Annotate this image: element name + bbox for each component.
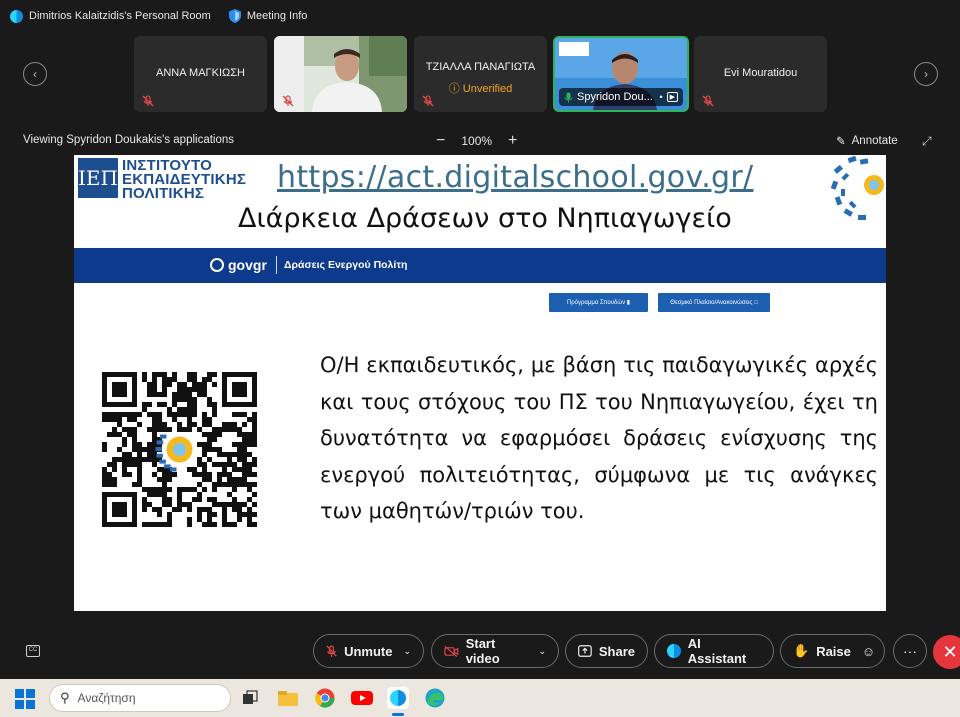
- next-participants-button[interactable]: ›: [914, 62, 938, 86]
- close-icon: ✕: [942, 641, 958, 662]
- chrome-icon[interactable]: [314, 687, 336, 709]
- previous-participants-button[interactable]: ‹: [23, 62, 47, 86]
- windows-start-icon[interactable]: [15, 689, 35, 709]
- youtube-icon[interactable]: [351, 687, 373, 709]
- participant-tile-1[interactable]: ΑΝΝΑ ΜΑΓΚΙΩΣΗ: [134, 36, 267, 112]
- participant-tile-active-speaker[interactable]: Spyridon Dou... • ▶: [553, 36, 689, 112]
- ai-assistant-label: AI Assistant: [687, 636, 747, 666]
- start-video-label: Start video: [465, 636, 500, 666]
- share-label: Share: [598, 643, 635, 659]
- camera-off-icon: [444, 645, 459, 657]
- participant-name: ΤΖΙΑΛΛΑ ΠΑΝΑΓΙΩΤΑ: [425, 61, 536, 73]
- window-title-bar: Dimitrios Kalaitzidis's Personal Room Me…: [0, 0, 960, 32]
- participant-name: Spyridon Dou...: [577, 91, 653, 103]
- gov-header-bar: govgr Δράσεις Ενεργού Πολίτη: [74, 248, 886, 283]
- unverified-badge: ⓘ Unverified: [448, 83, 513, 95]
- windows-taskbar: ⚲ Αναζήτηση: [0, 679, 960, 717]
- warning-icon: ⓘ: [448, 83, 460, 95]
- mic-muted-icon: [142, 95, 154, 107]
- participant-strip: ‹ ΑΝΝΑ ΜΑΓΚΙΩΣΗ ΤΖΙΑΛΛΑ ΠΑΝΑΓΙΩΤΑ ⓘ Unve…: [0, 32, 960, 116]
- room-title-text: Dimitrios Kalaitzidis's Personal Room: [29, 10, 211, 22]
- participant-tile-3[interactable]: ΤΖΙΑΛΛΑ ΠΑΝΑΓΙΩΤΑ ⓘ Unverified: [414, 36, 547, 112]
- curriculum-button[interactable]: Πρόγραμμα Σπουδών ▮: [549, 293, 648, 312]
- decorative-sun-logo-icon: [830, 155, 884, 220]
- iep-logo-text: ΙΝΣΤΙΤΟΥΤΟ ΕΚΠΑΙΔΕΥΤΙΚΗΣ ΠΟΛΙΤΙΚΗΣ: [122, 157, 247, 202]
- annotate-label: Annotate: [851, 135, 898, 147]
- document-icon: □: [754, 299, 758, 306]
- share-button[interactable]: Share: [565, 634, 648, 668]
- participant-name: ΑΝΝΑ ΜΑΓΚΙΩΣΗ: [156, 67, 245, 79]
- gov-emblem-icon: [210, 258, 224, 272]
- chevron-down-icon[interactable]: ⌄: [403, 646, 411, 657]
- captions-icon[interactable]: CC: [26, 645, 40, 657]
- mic-muted-icon: [702, 95, 714, 107]
- participant-name: Evi Mouratidou: [723, 67, 798, 79]
- zoom-in-button[interactable]: +: [508, 132, 517, 150]
- zoom-out-button[interactable]: −: [436, 132, 445, 150]
- viewing-label: Viewing Spyridon Doukakis's applications: [23, 134, 235, 146]
- zoom-level: 100%: [461, 134, 493, 148]
- share-header: Viewing Spyridon Doukakis's applications…: [0, 128, 960, 154]
- chevron-down-icon[interactable]: ⌄: [538, 646, 546, 657]
- task-view-icon[interactable]: [239, 687, 261, 709]
- gov-divider: [276, 256, 277, 274]
- search-icon: ⚲: [60, 690, 70, 705]
- gov-site-title: Δράσεις Ενεργού Πολίτη: [284, 259, 408, 271]
- ai-assistant-button[interactable]: AI Assistant: [654, 634, 774, 668]
- slide-title: Διάρκεια Δράσεων στο Νηπιαγωγείο: [238, 203, 732, 234]
- mic-muted-icon: [326, 644, 337, 657]
- meeting-info-label: Meeting Info: [246, 10, 308, 22]
- zoom-controls: − 100% +: [436, 132, 517, 150]
- more-dot-icon: •: [659, 92, 663, 102]
- taskbar-search-input[interactable]: ⚲ Αναζήτηση: [49, 684, 231, 712]
- annotate-button[interactable]: ✎ Annotate: [836, 134, 898, 148]
- meeting-info-button[interactable]: Meeting Info: [228, 9, 308, 23]
- annotate-icon: ✎: [836, 136, 846, 148]
- shield-icon: [228, 9, 241, 23]
- start-video-button[interactable]: Start video ⌄: [431, 634, 559, 668]
- slide-url: https://act.digitalschool.gov.gr/: [277, 160, 754, 195]
- file-explorer-icon[interactable]: [277, 687, 299, 709]
- iep-logo: ΙΕΠ ΙΝΣΤΙΤΟΥΤΟ ΕΚΠΑΙΔΕΥΤΙΚΗΣ ΠΟΛΙΤΙΚΗΣ: [78, 158, 246, 201]
- ai-assistant-icon: [667, 644, 681, 658]
- participant-tile-5[interactable]: Evi Mouratidou: [694, 36, 827, 112]
- mic-muted-icon: [282, 95, 294, 107]
- webex-taskbar-icon[interactable]: [387, 687, 409, 709]
- more-icon: ···: [903, 643, 917, 659]
- gov-logo: govgr: [210, 257, 267, 273]
- reactions-icon[interactable]: ☺: [862, 644, 875, 659]
- active-app-indicator: [392, 713, 404, 716]
- mic-on-icon: [564, 92, 573, 102]
- participant-tile-2[interactable]: [274, 36, 407, 112]
- expand-icon[interactable]: ⤢: [922, 134, 932, 149]
- book-icon: ▮: [626, 300, 631, 306]
- qr-code: [102, 372, 257, 527]
- slide-body-text: Ο/Η εκπαιδευτικός, με βάση τις παιδαγωγι…: [320, 353, 878, 523]
- webex-logo-icon: [10, 9, 23, 23]
- chevron-left-icon: ‹: [33, 67, 37, 81]
- unmute-button[interactable]: Unmute ⌄: [313, 634, 424, 668]
- share-screen-icon: [578, 645, 592, 657]
- room-title: Dimitrios Kalaitzidis's Personal Room: [10, 9, 211, 23]
- screen-share-icon: ▶: [666, 92, 678, 102]
- legal-framework-button[interactable]: Θεσμικό Πλαίσιο/Ανακοινώσεις □: [658, 293, 770, 312]
- raise-hand-button[interactable]: ✋ Raise ☺: [780, 634, 885, 668]
- chevron-right-icon: ›: [924, 67, 928, 81]
- more-options-button[interactable]: ···: [893, 634, 927, 668]
- edge-icon[interactable]: [424, 687, 446, 709]
- leave-meeting-button[interactable]: ✕: [933, 635, 960, 669]
- shared-slide: ΙΕΠ ΙΝΣΤΙΤΟΥΤΟ ΕΚΠΑΙΔΕΥΤΙΚΗΣ ΠΟΛΙΤΙΚΗΣ h…: [74, 155, 886, 611]
- hand-icon: ✋: [793, 643, 810, 658]
- search-placeholder: Αναζήτηση: [77, 691, 136, 705]
- participant-name-bar: Spyridon Dou... • ▶: [559, 88, 683, 106]
- mic-muted-icon: [422, 95, 434, 107]
- raise-label: Raise: [816, 643, 851, 659]
- iep-logo-mark: ΙΕΠ: [78, 158, 118, 198]
- unmute-label: Unmute: [344, 643, 393, 659]
- meeting-controls: CC Unmute ⌄ Start video ⌄ Share AI Assis…: [0, 632, 960, 670]
